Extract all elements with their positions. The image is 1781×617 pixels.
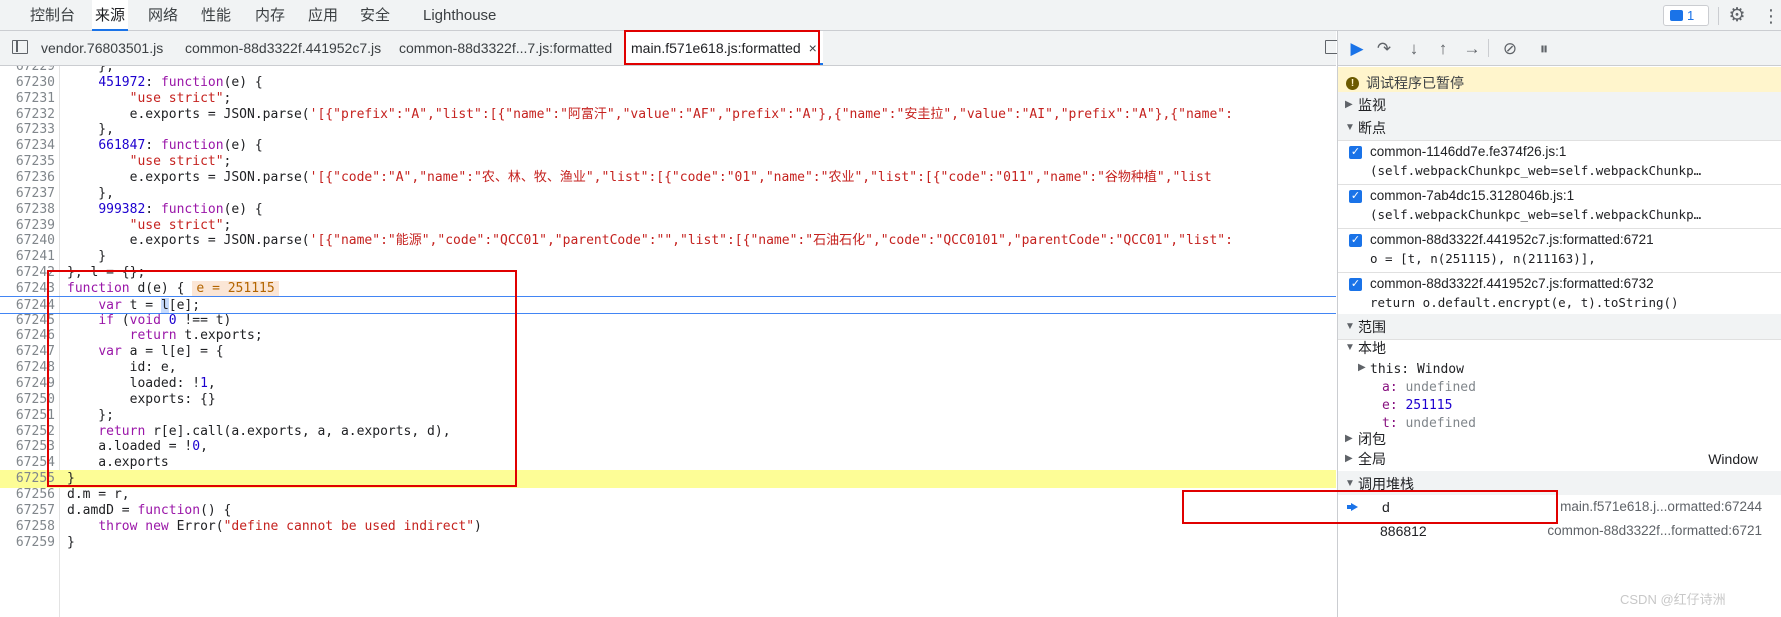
breakpoint-location: common-88d3322f.441952c7.js:formatted:67… <box>1370 276 1654 291</box>
tab-sources[interactable]: 来源 <box>92 0 129 31</box>
step-over-icon[interactable]: ↷ <box>1372 37 1396 61</box>
collapse-arrow-icon: ▼ <box>1345 321 1355 332</box>
variable-value: 251115 <box>1405 398 1453 413</box>
variable-value: undefined <box>1405 380 1476 395</box>
file-tab-common[interactable]: common-88d3322f.441952c7.js <box>185 31 381 65</box>
scope-global-value: Window <box>1708 451 1758 467</box>
debugger-sidebar: ▶ ↷ ↓ ↑ → ⊘ ⏸ ! 调试程序已暂停 ▶ 监视 ▼ 断点 ✓ common-… <box>1337 31 1781 617</box>
step-icon[interactable]: → <box>1460 37 1484 61</box>
breakpoint-location: common-7ab4dc15.3128046b.js:1 <box>1370 188 1575 203</box>
annotation-box-call-stack <box>1182 490 1558 524</box>
scope-this-row[interactable]: ▶ this: Window <box>1338 358 1781 378</box>
tab-console[interactable]: 控制台 <box>30 0 75 31</box>
tab-lighthouse[interactable]: Lighthouse <box>423 0 496 31</box>
breakpoint-snippet: (self.webpackChunkpc_web=self.webpackChu… <box>1370 163 1702 178</box>
deactivate-breakpoints-icon[interactable]: ⊘ <box>1498 37 1522 61</box>
issues-button[interactable]: 1 <box>1663 5 1709 26</box>
file-tab-vendor[interactable]: vendor.76803501.js <box>41 31 163 65</box>
breakpoint-location: common-1146dd7e.fe374f26.js:1 <box>1370 144 1567 159</box>
checkbox-checked-icon[interactable]: ✓ <box>1349 234 1362 247</box>
message-icon <box>1670 10 1683 21</box>
scope-local-header[interactable]: ▼ 本地 <box>1338 338 1781 358</box>
scope-closure-row[interactable]: ▶ 闭包 <box>1338 429 1781 449</box>
breakpoint-item[interactable]: ✓ common-88d3322f.441952c7.js:formatted:6… <box>1338 273 1781 317</box>
annotation-box-function <box>47 270 517 487</box>
collapse-arrow-icon: ▼ <box>1345 122 1355 133</box>
tab-memory[interactable]: 内存 <box>255 0 285 31</box>
paused-message: 调试程序已暂停 <box>1366 75 1464 91</box>
expand-arrow-icon: ▶ <box>1345 453 1353 464</box>
scope-this-label: this: Window <box>1370 362 1464 377</box>
file-tab-common-formatted[interactable]: common-88d3322f...7.js:formatted <box>399 31 612 65</box>
tab-application[interactable]: 应用 <box>308 0 338 31</box>
scope-variable[interactable]: e: 251115 <box>1338 394 1781 414</box>
breakpoint-location: common-88d3322f.441952c7.js:formatted:67… <box>1370 232 1654 247</box>
breakpoint-snippet: return o.default.encrypt(e, t).toString(… <box>1370 295 1679 310</box>
pause-on-exceptions-icon[interactable]: ⏸ <box>1532 37 1556 61</box>
frame-location: main.f571e618.j...ormatted:67244 <box>1560 499 1762 514</box>
breakpoint-item[interactable]: ✓ common-1146dd7e.fe374f26.js:1 (self.webp… <box>1338 141 1781 185</box>
collapse-arrow-icon: ▼ <box>1345 342 1355 353</box>
expand-arrow-icon: ▶ <box>1345 433 1353 444</box>
debugger-toolbar: ▶ ↷ ↓ ↑ → ⊘ ⏸ <box>1338 31 1781 66</box>
section-scope[interactable]: ▼ 范围 <box>1338 314 1781 340</box>
annotation-box-active-tab <box>624 30 820 65</box>
warning-icon: ! <box>1346 77 1359 90</box>
variable-name: a: <box>1382 380 1406 395</box>
devtools-tab-bar: 控制台 来源 网络 性能 内存 应用 安全 Lighthouse 1 ⚙ ⋮ <box>0 0 1781 31</box>
toolbar-divider <box>1718 7 1719 25</box>
frame-location: common-88d3322f...formatted:6721 <box>1547 523 1762 538</box>
code-line[interactable]: 67259} <box>0 534 1336 552</box>
resume-icon[interactable]: ▶ <box>1345 37 1369 61</box>
section-scope-label: 范围 <box>1358 319 1386 335</box>
section-breakpoints-label: 断点 <box>1358 120 1386 136</box>
scope-local-label: 本地 <box>1358 340 1386 356</box>
checkbox-checked-icon[interactable]: ✓ <box>1349 278 1362 291</box>
tab-network[interactable]: 网络 <box>148 0 178 31</box>
variable-name: e: <box>1382 398 1406 413</box>
toolbar-divider <box>1488 39 1489 57</box>
toggle-navigator-icon[interactable] <box>12 40 28 54</box>
scope-variable[interactable]: a: undefined <box>1338 376 1781 396</box>
expand-arrow-icon: ▶ <box>1358 362 1366 373</box>
breakpoint-snippet: (self.webpackChunkpc_web=self.webpackChu… <box>1370 207 1702 222</box>
step-into-icon[interactable]: ↓ <box>1402 37 1426 61</box>
tab-performance[interactable]: 性能 <box>201 0 231 31</box>
line-number[interactable]: 67259 <box>0 534 55 552</box>
checkbox-checked-icon[interactable]: ✓ <box>1349 190 1362 203</box>
gear-icon[interactable]: ⚙ <box>1726 5 1748 27</box>
more-options-icon[interactable]: ⋮ <box>1762 5 1780 27</box>
line-source: } <box>67 534 75 550</box>
scope-global-row[interactable]: ▶ 全局 Window <box>1338 449 1781 469</box>
tab-security[interactable]: 安全 <box>360 0 390 31</box>
issues-count: 1 <box>1687 8 1695 23</box>
breakpoint-item[interactable]: ✓ common-7ab4dc15.3128046b.js:1 (self.webp… <box>1338 185 1781 229</box>
checkbox-checked-icon[interactable]: ✓ <box>1349 146 1362 159</box>
step-out-icon[interactable]: ↑ <box>1431 37 1455 61</box>
watermark: CSDN @红仔诗洲 <box>1620 592 1726 607</box>
scope-global-label: 全局 <box>1358 451 1386 467</box>
scope-closure-label: 闭包 <box>1358 431 1386 447</box>
breakpoint-item[interactable]: ✓ common-88d3322f.441952c7.js:formatted:6… <box>1338 229 1781 273</box>
breakpoint-snippet: o = [t, n(251115), n(211163)], <box>1370 251 1596 266</box>
section-watch-label: 监视 <box>1358 97 1386 113</box>
section-breakpoints[interactable]: ▼ 断点 <box>1338 115 1781 141</box>
